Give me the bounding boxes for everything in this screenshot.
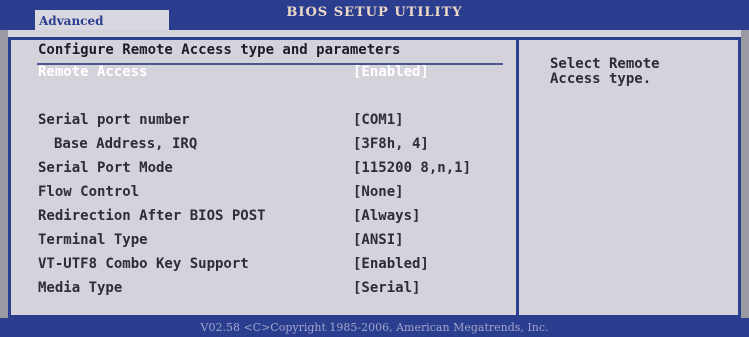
- setting-label: Media Type: [38, 280, 123, 296]
- setting-value[interactable]: [Always]: [353, 208, 420, 224]
- setting-label: Serial port number: [38, 112, 190, 128]
- setting-value[interactable]: [COM1]: [353, 112, 404, 128]
- settings-panel: Configure Remote Access type and paramet…: [8, 30, 741, 318]
- setting-value[interactable]: [None]: [353, 184, 404, 200]
- setting-label: Flow Control: [38, 184, 140, 200]
- help-divider: [516, 37, 519, 318]
- section-heading: Configure Remote Access type and paramet…: [38, 42, 401, 58]
- setting-value[interactable]: [Enabled]: [353, 256, 429, 272]
- help-text: Select Remote Access type.: [550, 56, 660, 87]
- setting-value[interactable]: [ANSI]: [353, 232, 404, 248]
- copyright-text: V02.58 <C>Copyright 1985-2006, American …: [200, 321, 549, 334]
- title-bar: BIOS SETUP UTILITY Advanced: [0, 0, 749, 31]
- setting-label: Base Address, IRQ: [54, 136, 198, 152]
- setting-value: [3F8h, 4]: [353, 136, 429, 152]
- setting-label: Serial Port Mode: [38, 160, 173, 176]
- setting-label: Redirection After BIOS POST: [38, 208, 266, 224]
- setting-value[interactable]: [Enabled]: [353, 64, 429, 80]
- setting-label: VT-UTF8 Combo Key Support: [38, 256, 249, 272]
- setting-value[interactable]: [115200 8,n,1]: [353, 160, 471, 176]
- setting-label: Terminal Type: [38, 232, 148, 248]
- footer-bar: V02.58 <C>Copyright 1985-2006, American …: [0, 318, 749, 337]
- setting-label: Remote Access: [38, 64, 148, 80]
- setting-value[interactable]: [Serial]: [353, 280, 420, 296]
- tab-advanced[interactable]: Advanced: [35, 10, 169, 31]
